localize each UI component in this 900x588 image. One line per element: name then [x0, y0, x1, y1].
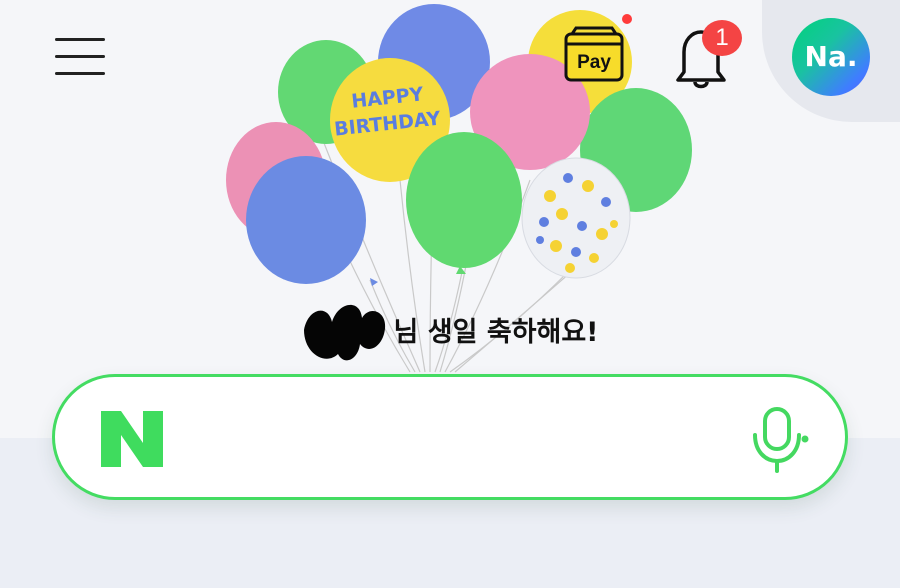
- search-bar[interactable]: [52, 374, 848, 500]
- menu-button[interactable]: [52, 30, 108, 82]
- voice-search-button[interactable]: [745, 405, 815, 475]
- hamburger-icon-bar: [55, 72, 105, 75]
- search-input[interactable]: [185, 407, 739, 469]
- notification-count-badge: 1: [702, 20, 742, 56]
- notification-button[interactable]: 1: [668, 20, 748, 90]
- pay-label: Pay: [577, 52, 611, 73]
- balloon-confetti: [521, 157, 631, 279]
- avatar[interactable]: Na.: [792, 18, 870, 96]
- greeting-text: 님 생일 축하해요!: [393, 317, 599, 348]
- microphone-icon: [753, 407, 809, 473]
- hamburger-icon-bar: [55, 55, 105, 58]
- balloon-green: [406, 132, 522, 268]
- balloon-knot: [370, 278, 378, 286]
- naver-logo-icon[interactable]: [99, 409, 165, 469]
- pay-icon: Pay: [564, 26, 624, 82]
- redacted-name-scribble: [303, 304, 385, 361]
- pay-notification-dot: [622, 14, 632, 24]
- balloon-blue: [246, 156, 366, 284]
- pay-button[interactable]: Pay: [562, 14, 632, 84]
- birthday-greeting: 님 생일 축하해요!: [0, 304, 900, 361]
- hamburger-icon: [55, 38, 105, 41]
